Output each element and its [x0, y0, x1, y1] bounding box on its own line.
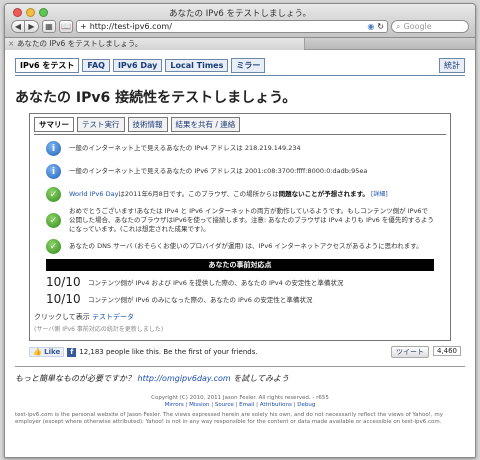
result-ipv6: i 一般のインターネット上で見えるあなたの IPv6 アドレスは 2001:c0…	[46, 161, 434, 182]
reload-icon[interactable]: ↻	[377, 22, 384, 31]
back-button[interactable]: ◀	[11, 20, 25, 33]
simpler-prefix: もっと簡単なものが必要ですか？	[15, 374, 138, 383]
nav-mirrors[interactable]: ミラー	[231, 58, 266, 73]
footer-link-debug[interactable]: Debug	[297, 402, 315, 408]
results-list: i 一般のインターネット上で見えるあなたの IPv4 アドレスは 218.219…	[34, 135, 446, 307]
dns-message: あなたの DNS サーバ (おそらくお使いのプロバイダが運用) は、IPv6 イ…	[69, 242, 423, 250]
simpler-suffix: を試してみよう	[230, 374, 289, 383]
add-bookmark-icon[interactable]: +	[80, 22, 87, 31]
rss-icon[interactable]: ◉	[367, 22, 374, 31]
disclaimer: test-ipv6.com is the personal website of…	[15, 412, 443, 425]
browser-window: あなたの IPv6 をテストしましょう。 ◀ ▶ ▦ 📖 + http://te…	[4, 3, 476, 458]
search-placeholder: Google	[403, 22, 432, 31]
readiness-header: あなたの事前対応点	[46, 259, 434, 271]
ipv6-day-text: は2011年6月8日です。このブラウザ、この場所からは	[118, 190, 279, 198]
address-text: http://test-ipv6.com/	[89, 22, 172, 31]
site-nav: IPv6 をテスト FAQ IPv6 Day Local Times ミラー 統…	[15, 58, 465, 76]
ipv4-message: 一般のインターネット上で見えるあなたの IPv4 アドレスは 218.219.1…	[69, 144, 301, 152]
test-data-prefix: クリックして表示	[34, 313, 93, 321]
details-link[interactable]: [詳細]	[371, 191, 388, 198]
results-panel: サマリー テスト実行 技術情報 結果を共有 / 連絡 i 一般のインターネット上…	[29, 113, 451, 341]
congrats-message: おめでとうございます!あなたは IPv4 と IPv6 インターネットの両方が動…	[69, 207, 434, 233]
grid-icon: ▦	[45, 22, 53, 31]
check-icon: ✓	[46, 213, 61, 228]
footer-link-mission[interactable]: Mission	[189, 402, 209, 408]
result-ipv4: i 一般のインターネット上で見えるあなたの IPv4 アドレスは 218.219…	[46, 138, 434, 159]
result-ipv6-day: ✓ World IPv6 Dayは2011年6月8日です。このブラウザ、この場所…	[46, 184, 434, 205]
window-title: あなたの IPv6 をテストしましょう。	[169, 9, 311, 19]
ipv6-day-message: World IPv6 Dayは2011年6月8日です。このブラウザ、この場所から…	[69, 190, 388, 199]
simpler-site-line: もっと簡単なものが必要ですか？ http://omgipv6day.com を試…	[15, 373, 465, 384]
tab-tech-info[interactable]: 技術情報	[127, 117, 168, 132]
score-row: 10/10 コンテンツ側が IPv4 および IPv6 を提供した際の、あなたの…	[46, 273, 434, 290]
info-icon: i	[46, 164, 61, 179]
page-title: あなたの IPv6 接続性をテストしましょう。	[15, 90, 297, 106]
bookmarks-button[interactable]: 📖	[59, 20, 73, 33]
server-stats-note: (サーバ側 IPv6 事前対応の統計を更新しました)	[34, 326, 164, 333]
check-icon: ✓	[46, 187, 61, 202]
address-bar[interactable]: + http://test-ipv6.com/ ◉ ↻	[76, 20, 388, 33]
nav-test-ipv6[interactable]: IPv6 をテスト	[15, 58, 80, 73]
footer: Copyright (C) 2010, 2011 Jason Fesler. A…	[15, 395, 465, 409]
omgipv6day-link[interactable]: http://omgipv6day.com	[138, 374, 231, 383]
result-tabs: サマリー テスト実行 技術情報 結果を共有 / 連絡	[34, 117, 446, 135]
copyright: Copyright (C) 2010, 2011 Jason Fesler. A…	[151, 395, 329, 401]
forward-arrow-icon: ▶	[28, 22, 35, 31]
forward-button[interactable]: ▶	[25, 20, 39, 33]
browser-tab[interactable]: × あなたの IPv6 をテストしましょう。	[5, 38, 305, 50]
nav-faq[interactable]: FAQ	[82, 59, 110, 72]
facebook-icon: f	[67, 347, 77, 357]
history-nav: ◀ ▶	[11, 20, 39, 33]
footer-link-attributions[interactable]: Attributions	[260, 402, 292, 408]
score-row: 10/10 コンテンツ側が IPv6 のみになった際の、あなたの IPv6 の安…	[46, 290, 434, 307]
browser-toolbar: ◀ ▶ ▦ 📖 + http://test-ipv6.com/ ◉ ↻ ⌕ Go…	[11, 19, 469, 34]
footer-link-email[interactable]: Email	[239, 402, 254, 408]
ipv6-message: 一般のインターネット上で見えるあなたの IPv6 アドレスは 2001:c08:…	[69, 167, 368, 175]
tweet-count: 4,460	[432, 346, 461, 356]
search-field[interactable]: ⌕ Google	[391, 20, 469, 33]
score-text: コンテンツ側が IPv6 のみになった際の、あなたの IPv6 の安定性と準備状…	[88, 295, 313, 304]
footer-links: Mirrors | Mission | Source | Email | Att…	[164, 402, 316, 408]
tab-run-tests[interactable]: テスト実行	[77, 117, 125, 132]
search-icon: ⌕	[396, 21, 401, 31]
ipv6-day-bold: 問題ないことが予想されます。	[278, 190, 369, 198]
web-page: IPv6 をテスト FAQ IPv6 Day Local Times ミラー 統…	[5, 51, 475, 457]
topsites-button[interactable]: ▦	[42, 20, 56, 33]
footer-link-mirrors[interactable]: Mirrors	[165, 402, 184, 408]
thumbs-up-icon: 👍	[33, 348, 42, 356]
tweet-button[interactable]: ツイート	[391, 346, 429, 358]
check-icon: ✓	[46, 239, 61, 254]
footer-link-source[interactable]: Source	[215, 402, 234, 408]
facebook-like-button[interactable]: 👍 Like	[29, 347, 65, 357]
social-bar: 👍 Like f 12,183 people like this. Be the…	[29, 346, 465, 358]
result-congrats: ✓ おめでとうございます!あなたは IPv4 と IPv6 インターネットの両方…	[46, 207, 434, 234]
tab-label: あなたの IPv6 をテストしましょう。	[17, 39, 143, 48]
tab-summary[interactable]: サマリー	[34, 117, 74, 132]
like-label: Like	[44, 348, 61, 356]
tab-bar: × あなたの IPv6 をテストしましょう。	[5, 38, 475, 50]
browser-chrome: あなたの IPv6 をテストしましょう。 ◀ ▶ ▦ 📖 + http://te…	[5, 4, 475, 38]
nav-stats[interactable]: 統計	[439, 58, 465, 73]
ipv6-day-link[interactable]: World IPv6 Day	[69, 190, 118, 198]
divider	[15, 366, 465, 367]
test-data-link[interactable]: テストデータ	[92, 313, 134, 321]
score-text: コンテンツ側が IPv4 および IPv6 を提供した際の、あなたの IPv4 …	[88, 278, 344, 287]
nav-local-times[interactable]: Local Times	[165, 59, 229, 72]
like-count-text: 12,183 people like this. Be the first of…	[79, 348, 258, 356]
nav-ipv6-day[interactable]: IPv6 Day	[112, 59, 163, 72]
back-arrow-icon: ◀	[14, 22, 22, 31]
result-dns: ✓ あなたの DNS サーバ (おそらくお使いのプロバイダが運用) は、IPv6…	[46, 236, 434, 257]
tab-share[interactable]: 結果を共有 / 連絡	[170, 117, 241, 132]
close-tab-icon[interactable]: ×	[8, 38, 14, 50]
score-value: 10/10	[46, 274, 81, 289]
test-data-line: クリックして表示 テストデータ	[34, 312, 446, 322]
info-icon: i	[46, 141, 61, 156]
book-icon: 📖	[61, 22, 71, 31]
score-value: 10/10	[46, 291, 81, 306]
